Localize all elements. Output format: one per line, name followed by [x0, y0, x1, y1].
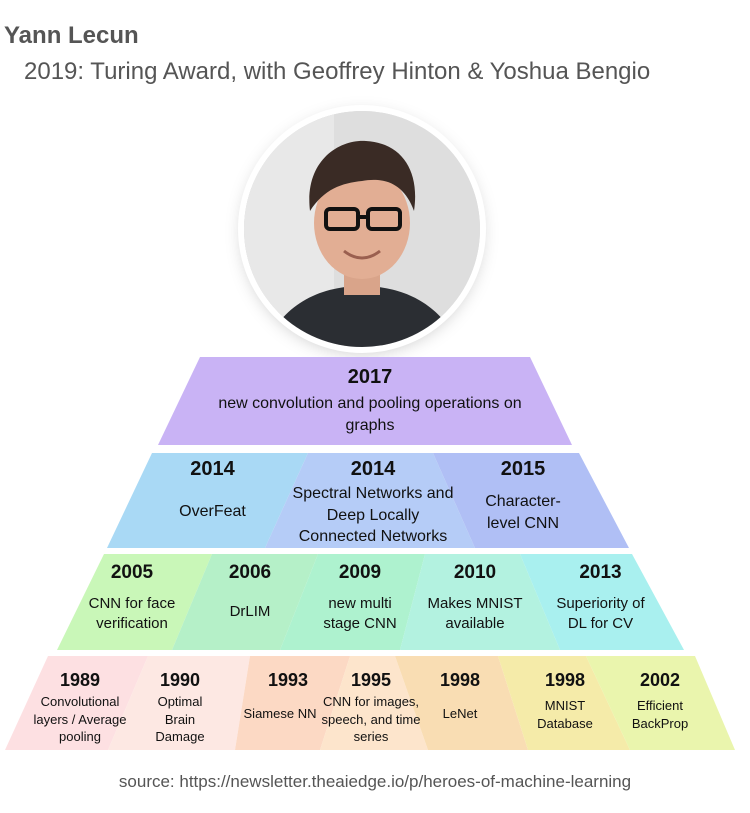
- description-label: Character-level CNN: [485, 493, 561, 532]
- label-r2-0: 2014 OverFeat: [140, 458, 285, 523]
- year-label: 1995: [350, 670, 392, 690]
- description-label: new convolution and pooling operations o…: [218, 395, 522, 434]
- description-label: OverFeat: [179, 503, 246, 520]
- label-r3-2: 2009 new multi stage CNN: [305, 562, 415, 635]
- description-label: LeNet: [442, 706, 478, 721]
- year-label: 1998: [544, 670, 586, 690]
- year-label: 2015: [500, 458, 546, 480]
- year-label: 1989: [59, 670, 101, 690]
- label-r4-4: 1998 LeNet: [410, 670, 510, 723]
- label-r3-3: 2010 Makes MNIST available: [420, 562, 530, 635]
- year-label: 2010: [453, 562, 497, 583]
- description-label: Siamese NN: [243, 706, 317, 721]
- year-label: 2014: [190, 458, 235, 480]
- timeline-pyramid: 2017 new convolution and pooling operati…: [0, 0, 750, 813]
- description-label: new multi stage CNN: [323, 595, 397, 633]
- label-r3-1: 2006 DrLIM: [195, 562, 305, 622]
- description-label: MNIST Database: [537, 698, 593, 731]
- description-label: CNN for face verification: [88, 595, 176, 633]
- label-r4-3: 1995 CNN for images, speech, and time se…: [318, 670, 424, 746]
- description-label: Convolutional layers / Average pooling: [33, 694, 127, 745]
- year-label: 2017: [347, 366, 393, 388]
- year-label: 2005: [110, 562, 154, 583]
- year-label: 2014: [350, 458, 396, 480]
- description-label: CNN for images, speech, and time series: [321, 694, 421, 745]
- description-label: Efficient BackProp: [631, 698, 689, 731]
- description-label: DrLIM: [229, 603, 271, 620]
- year-label: 1998: [439, 670, 481, 690]
- year-label: 1990: [159, 670, 201, 690]
- label-r2-2: 2015 Character-level CNN: [458, 458, 588, 534]
- year-label: 2002: [639, 670, 681, 690]
- description-label: Superiority of DL for CV: [556, 595, 645, 633]
- label-r2-1: 2014 Spectral Networks and Deep Locally …: [288, 458, 458, 548]
- label-r4-1: 1990 Optimal Brain Damage: [135, 670, 225, 746]
- label-r3-0: 2005 CNN for face verification: [72, 562, 192, 635]
- label-r4-5: 1998 MNIST Database: [515, 670, 615, 732]
- year-label: 2009: [338, 562, 382, 583]
- source-caption: source: https://newsletter.theaiedge.io/…: [118, 772, 632, 791]
- description-label: Spectral Networks and Deep Locally Conne…: [292, 485, 454, 546]
- year-label: 2013: [579, 562, 622, 583]
- label-r1-0: 2017 new convolution and pooling operati…: [190, 366, 550, 436]
- year-label: 2006: [228, 562, 272, 583]
- label-r4-6: 2002 Efficient BackProp: [610, 670, 710, 732]
- description-label: Optimal Brain Damage: [155, 694, 205, 745]
- label-r3-4: 2013 Superiority of DL for CV: [538, 562, 663, 635]
- label-r4-2: 1993 Siamese NN: [230, 670, 330, 723]
- label-r4-0: 1989 Convolutional layers / Average pool…: [30, 670, 130, 746]
- description-label: Makes MNIST available: [427, 595, 523, 633]
- year-label: 1993: [267, 670, 309, 690]
